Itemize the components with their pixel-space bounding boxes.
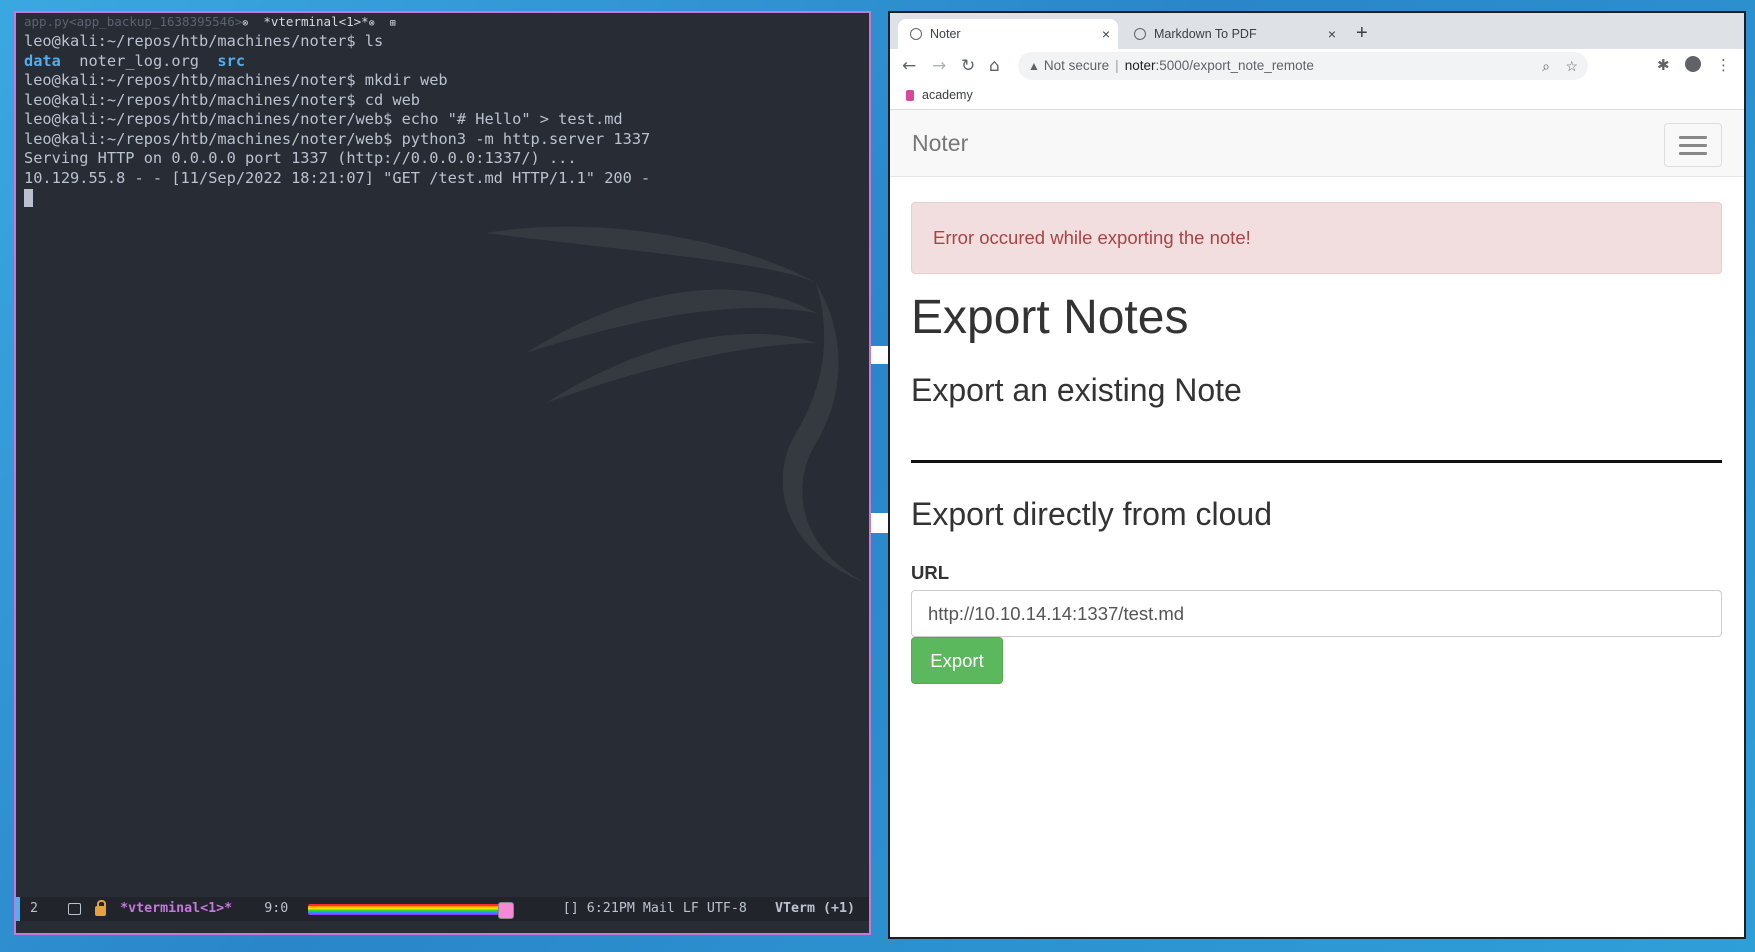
window-number: 2	[30, 901, 39, 916]
window-edge-marker	[871, 346, 888, 364]
terminal-icon	[68, 903, 82, 915]
nyan-progress-bar[interactable]	[308, 901, 515, 919]
emacs-window: app.py<app_backup_1638395546>⊗ *vtermina…	[14, 11, 871, 935]
tab-strip: Noter × Markdown To PDF × +	[890, 13, 1744, 49]
site-navbar: Noter	[890, 110, 1744, 177]
page-title: Export Notes	[911, 291, 1189, 344]
tab-noter[interactable]: Noter ×	[898, 19, 1118, 49]
address-bar[interactable]: ▲ Not secure | noter:5000/export_note_remot…	[1018, 52, 1588, 80]
tab-title: Markdown To PDF	[1154, 27, 1257, 41]
url-label: URL	[911, 562, 950, 583]
ls-entry-dir: src	[217, 51, 246, 70]
section-heading-existing: Export an existing Note	[911, 372, 1242, 408]
buffer-tab-app-py[interactable]: app.py<app_backup_1638395546>	[24, 14, 242, 29]
address-separator: |	[1115, 58, 1119, 73]
zoom-icon[interactable]: ⌕	[1542, 52, 1550, 80]
ls-entry-dir: data	[24, 51, 61, 70]
add-tab-icon[interactable]: ⊞	[390, 18, 396, 29]
buffer-tab-vterminal[interactable]: *vterminal<1>*	[263, 14, 368, 29]
browser-toolbar: ← → ↻ ⌂ ▲ Not secure | noter:5000/export_no…	[890, 49, 1744, 83]
close-icon[interactable]: ×	[1102, 19, 1110, 49]
tab-line: app.py<app_backup_1638395546>⊗ *vtermina…	[16, 13, 869, 31]
profile-avatar[interactable]	[1685, 56, 1701, 76]
mode-line-major-mode[interactable]: VTerm (+1)	[775, 897, 855, 921]
terminal-line: leo@kali:~/repos/htb/machines/noter$ cd …	[24, 90, 421, 109]
extensions-puzzle-icon[interactable]: ✱	[1657, 56, 1670, 74]
browser-window: Noter × Markdown To PDF × + ← → ↻ ⌂ ▲ Not…	[888, 11, 1746, 939]
page-content: Noter Error occured while exporting the …	[890, 110, 1744, 937]
terminal-line: leo@kali:~/repos/htb/machines/noter$ ls	[24, 32, 384, 50]
terminal-line: leo@kali:~/repos/htb/machines/noter/web$…	[24, 129, 651, 148]
terminal-line: Serving HTTP on 0.0.0.0 port 1337 (http:…	[24, 149, 577, 167]
globe-icon	[910, 27, 922, 40]
export-button[interactable]: Export	[911, 637, 1003, 684]
close-icon[interactable]: ⊗	[369, 18, 375, 29]
globe-icon	[1134, 27, 1146, 40]
terminal-line: 10.129.55.8 - - [11/Sep/2022 18:21:07] "…	[24, 168, 651, 187]
terminal-line: data noter_log.org src	[24, 52, 861, 72]
url-input[interactable]	[911, 590, 1722, 637]
divider	[911, 460, 1722, 463]
bookmarks-bar: academy	[890, 83, 1744, 110]
tab-title: Noter	[930, 27, 961, 41]
url-host: noter	[1124, 58, 1156, 73]
bookmark-academy[interactable]: academy	[890, 88, 973, 102]
terminal-cursor	[24, 189, 33, 207]
ls-entry-file: noter_log.org	[79, 51, 199, 70]
terminal-output[interactable]: leo@kali:~/repos/htb/machines/noter$ ls d…	[24, 32, 861, 208]
mode-line-misc-info: [] 6:21PM Mail LF UTF-8	[562, 901, 747, 916]
site-brand[interactable]: Noter	[912, 130, 968, 157]
reload-icon[interactable]: ↻	[961, 56, 975, 76]
terminal-line: leo@kali:~/repos/htb/machines/noter$ mkd…	[24, 71, 448, 89]
window-edge-marker	[871, 513, 888, 533]
error-alert: Error occured while exporting the note!	[911, 202, 1722, 274]
hamburger-menu-icon[interactable]	[1664, 123, 1722, 167]
mode-line-buffer-name: *vterminal<1>*	[120, 901, 233, 916]
back-arrow-icon[interactable]: ←	[902, 56, 916, 76]
mode-line-position: 9:0	[264, 901, 289, 916]
close-icon[interactable]: ⊗	[242, 18, 248, 29]
security-label[interactable]: Not secure	[1044, 58, 1109, 73]
section-heading-cloud: Export directly from cloud	[911, 496, 1273, 532]
close-icon[interactable]: ×	[1328, 19, 1336, 49]
mode-line: 2 *vterminal<1>* 9:0 [] 6:21PM Mail LF U…	[16, 897, 869, 921]
warning-icon[interactable]: ▲	[1028, 52, 1040, 80]
bookmark-favicon	[906, 90, 914, 102]
home-icon[interactable]: ⌂	[989, 56, 1000, 76]
tab-markdown-to-pdf[interactable]: Markdown To PDF ×	[1122, 19, 1344, 49]
bookmark-star-icon[interactable]: ☆	[1565, 52, 1578, 80]
forward-arrow-icon[interactable]: →	[932, 56, 946, 76]
terminal-line: leo@kali:~/repos/htb/machines/noter/web$…	[24, 110, 623, 128]
new-tab-button[interactable]: +	[1356, 22, 1368, 45]
menu-kebab-icon[interactable]: ⋮	[1716, 56, 1731, 74]
lock-icon	[95, 900, 107, 916]
kali-dragon-watermark	[486, 226, 866, 583]
url-path: :5000/export_note_remote	[1155, 58, 1314, 73]
